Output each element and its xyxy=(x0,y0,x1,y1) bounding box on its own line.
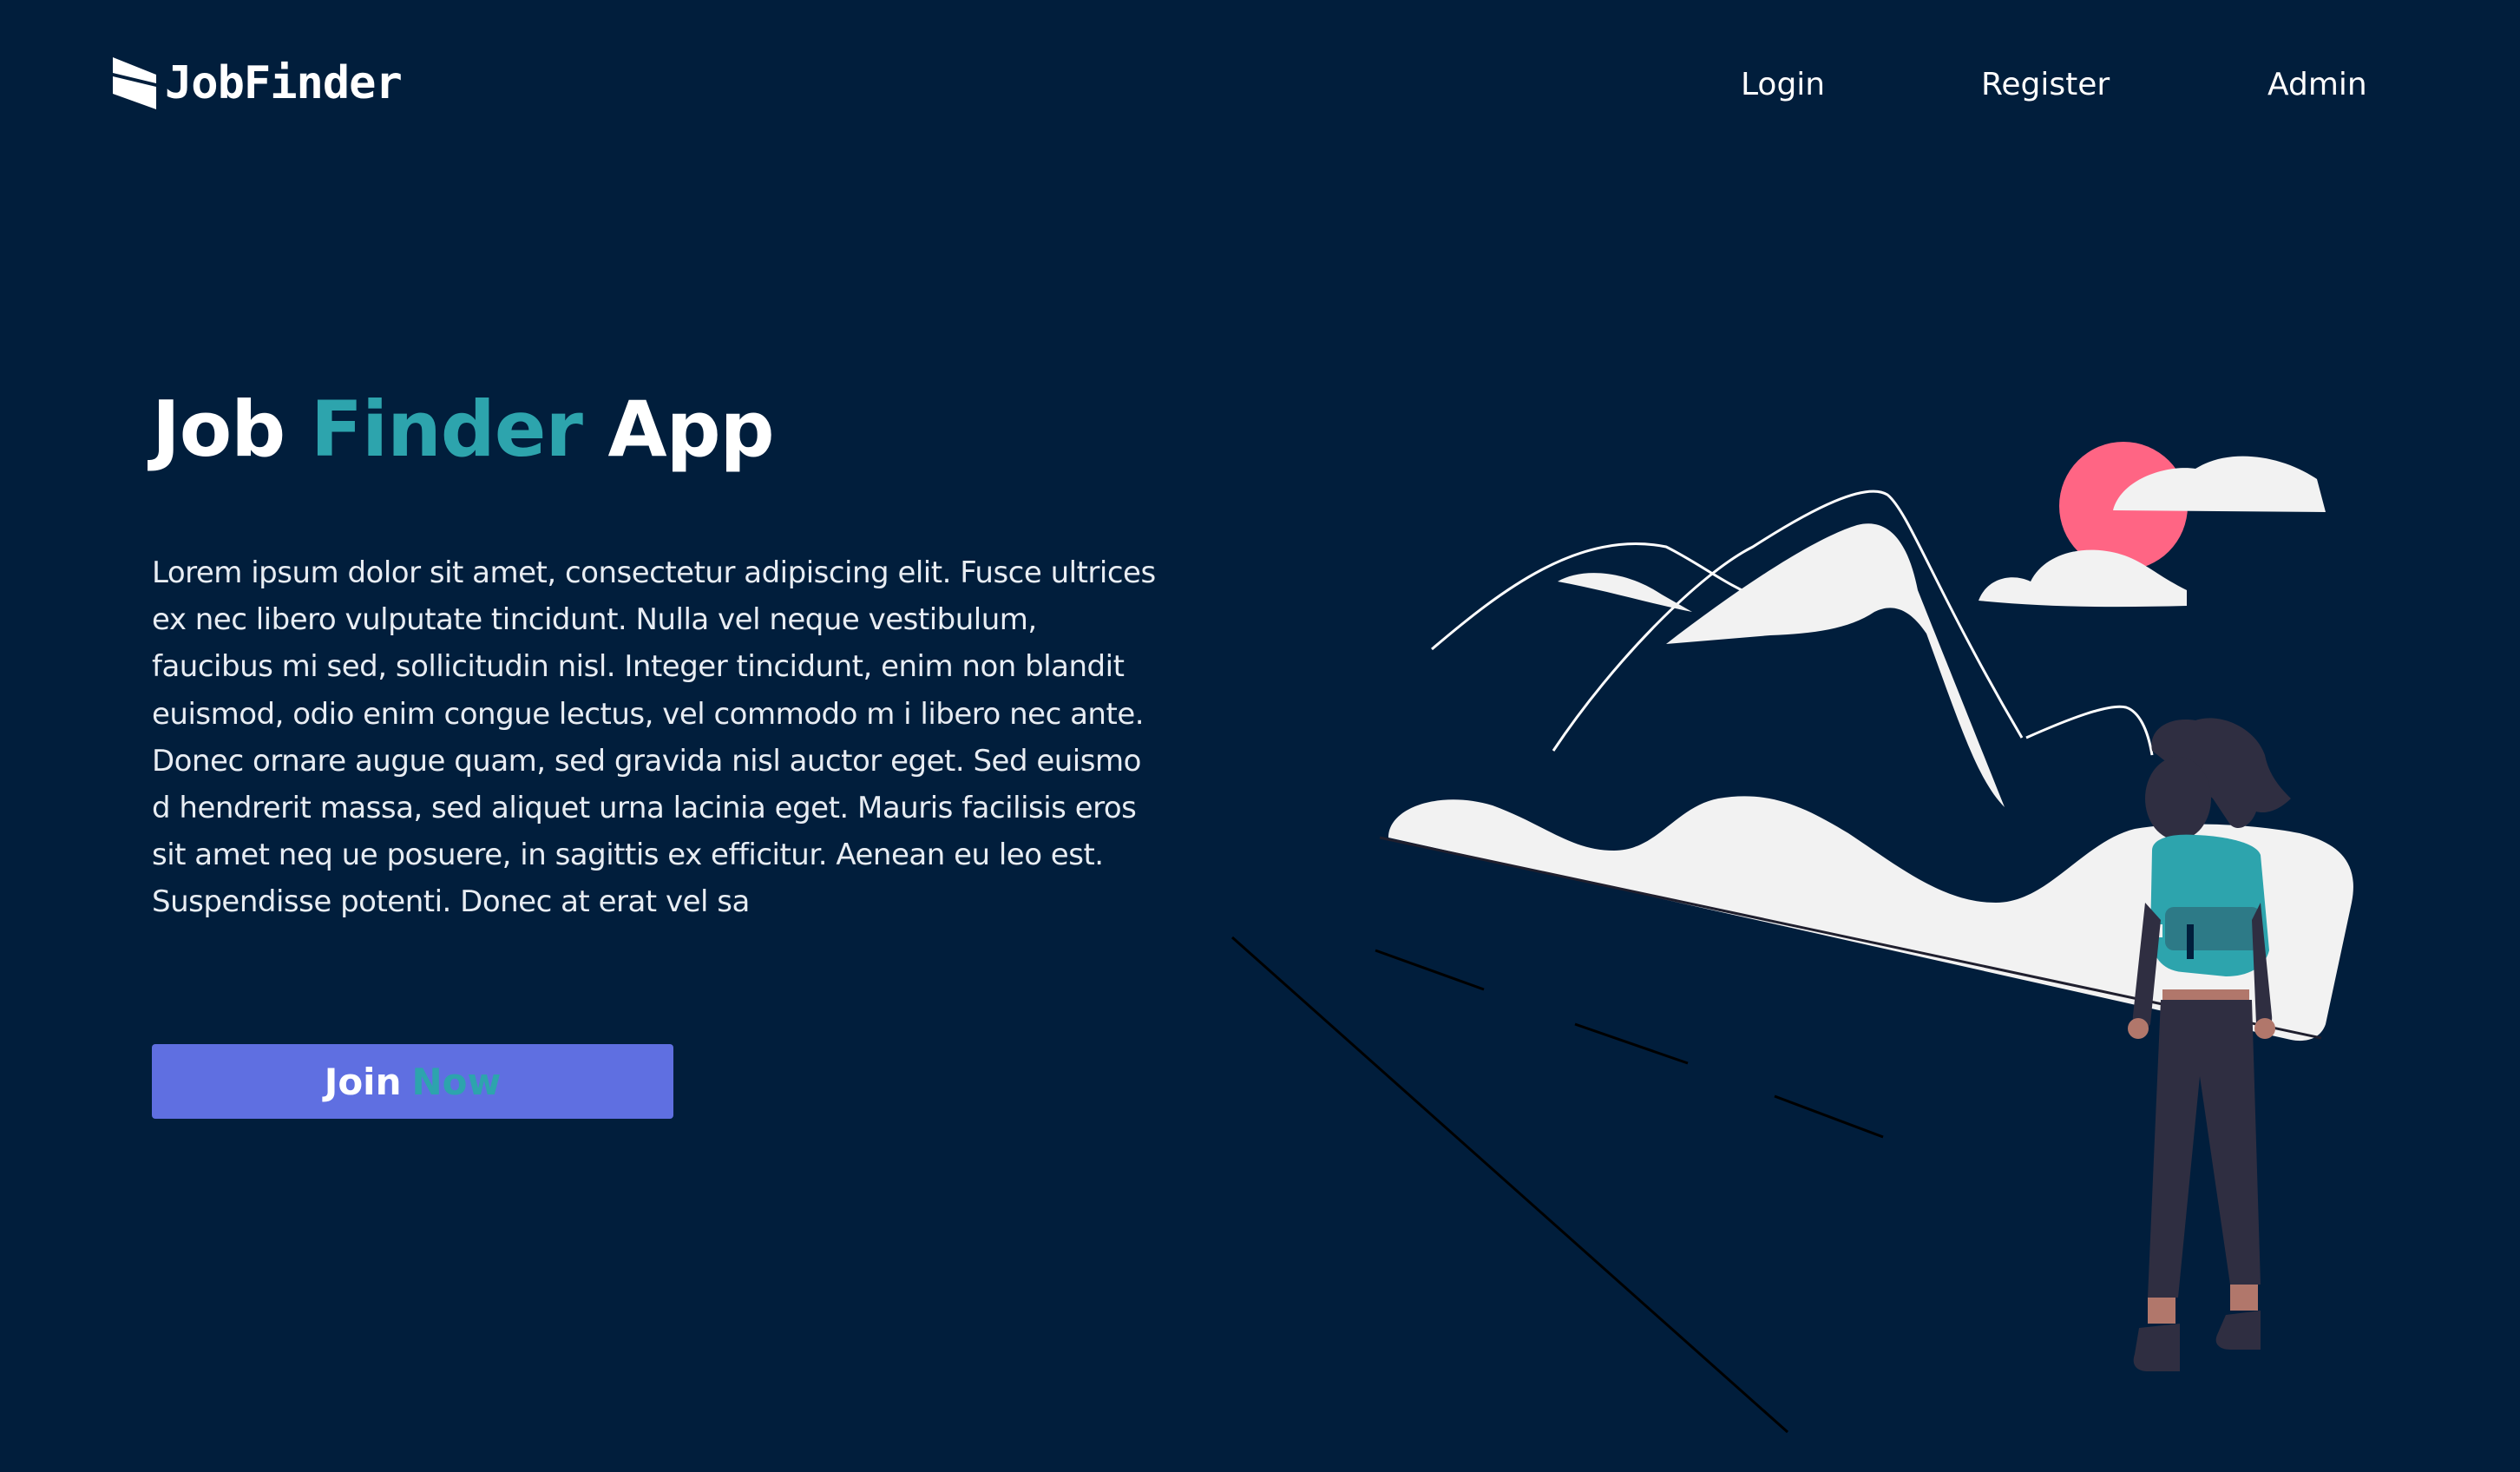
mountain-outline-icon xyxy=(2025,705,2154,756)
logo[interactable]: JobFinder xyxy=(111,56,403,111)
hero-title: Job Finder App xyxy=(152,382,775,477)
hero-description: Lorem ipsum dolor sit amet, consectetur … xyxy=(152,555,1156,920)
road-line-icon xyxy=(1574,1022,1689,1065)
hero-title-part2: App xyxy=(607,384,774,474)
nav-login-link[interactable]: Login xyxy=(1741,61,1825,109)
join-now-button[interactable]: Join Now xyxy=(152,1044,673,1119)
join-button-label: Join xyxy=(324,1060,402,1103)
traveler-person-icon xyxy=(2128,718,2291,1371)
traveler-mountains-illustration xyxy=(1231,442,2353,1434)
mountain-snow-icon xyxy=(1558,573,1692,612)
hero-title-accent: Finder xyxy=(310,384,583,474)
mountain-snow-icon xyxy=(1666,523,2005,807)
road-line-icon xyxy=(1231,936,1788,1434)
nav-admin-link[interactable]: Admin xyxy=(2267,61,2367,109)
hero-title-part1: Job xyxy=(152,384,285,474)
flag-logo-icon xyxy=(113,57,156,109)
nav-register-link[interactable]: Register xyxy=(1981,61,2110,109)
join-button-label-accent: Now xyxy=(411,1060,502,1103)
road-line-icon xyxy=(1375,949,1485,991)
logo-text: JobFinder xyxy=(165,57,403,109)
road-line-icon xyxy=(1774,1094,1884,1139)
